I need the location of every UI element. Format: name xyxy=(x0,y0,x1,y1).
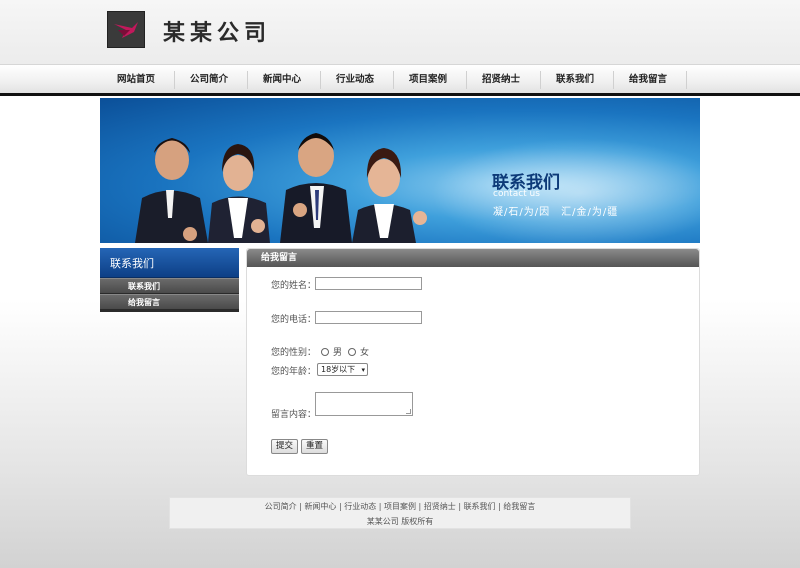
name-label: 您的姓名： xyxy=(271,281,317,291)
footer-copyright: 某某公司 版权所有 xyxy=(366,517,434,526)
sidebar-item-message[interactable]: 给我留言 xyxy=(100,294,239,310)
footer-link-industry[interactable]: 行业动态 xyxy=(344,502,376,511)
footer-link-about[interactable]: 公司简介 xyxy=(265,502,297,511)
sidebar-item-contact[interactable]: 联系我们 xyxy=(100,278,239,294)
footer-link-cases[interactable]: 项目案例 xyxy=(384,502,416,511)
footer-link-news[interactable]: 新闻中心 xyxy=(304,502,336,511)
phone-input[interactable] xyxy=(315,311,422,324)
banner-slogan: 凝/石/为/因 汇/金/为/疆 xyxy=(493,207,619,218)
banner-glow xyxy=(430,138,700,243)
radio-circle-icon[interactable] xyxy=(321,348,329,356)
submit-button[interactable]: 提交 xyxy=(271,439,299,454)
nav-item-news[interactable]: 新闻中心 xyxy=(245,65,319,93)
banner: 联系我们 contact us 凝/石/为/因 汇/金/为/疆 xyxy=(100,98,700,243)
nav-item-home[interactable]: 网站首页 xyxy=(99,65,173,93)
message-textarea[interactable] xyxy=(315,392,413,416)
sidebar: 联系我们 联系我们 给我留言 xyxy=(100,248,239,312)
panel-title: 给我留言 xyxy=(247,249,699,267)
footer: 公司简介 | 新闻中心 | 行业动态 | 项目案例 | 招贤纳士 | 联系我们 … xyxy=(169,497,631,529)
gender-label: 您的性别： xyxy=(271,348,317,358)
nav-separator xyxy=(686,71,687,89)
footer-links: 公司简介 | 新闻中心 | 行业动态 | 项目案例 | 招贤纳士 | 联系我们 … xyxy=(264,502,536,511)
company-name: 某某公司 xyxy=(163,21,272,46)
header: 某某公司 xyxy=(0,0,800,64)
phone-label: 您的电话： xyxy=(271,315,317,325)
gender-option-female: 女 xyxy=(360,348,370,358)
sidebar-title: 联系我们 xyxy=(100,248,239,278)
nav-item-industry[interactable]: 行业动态 xyxy=(318,65,392,93)
age-select-value: 18岁以下 xyxy=(321,365,356,374)
logo-icon[interactable] xyxy=(107,11,145,48)
footer-link-message[interactable]: 给我留言 xyxy=(503,502,535,511)
message-label: 留言内容： xyxy=(271,410,317,420)
gender-radio-male[interactable]: 男 xyxy=(321,345,342,358)
name-input[interactable] xyxy=(315,277,422,290)
age-label: 您的年龄： xyxy=(271,367,317,377)
footer-link-jobs[interactable]: 招贤纳士 xyxy=(424,502,456,511)
nav-item-cases[interactable]: 项目案例 xyxy=(391,65,465,93)
nav-item-contact[interactable]: 联系我们 xyxy=(538,65,612,93)
age-select[interactable]: 18岁以下 ▾ xyxy=(317,363,368,376)
gender-option-male: 男 xyxy=(333,348,343,358)
banner-subtitle: contact us xyxy=(493,189,540,199)
footer-link-contact[interactable]: 联系我们 xyxy=(464,502,496,511)
nav-item-message[interactable]: 给我留言 xyxy=(611,65,685,93)
nav-item-jobs[interactable]: 招贤纳士 xyxy=(464,65,538,93)
gender-radio-female[interactable]: 女 xyxy=(348,345,369,358)
message-panel: 给我留言 您的姓名： 您的电话： 您的性别： 男 女 您的年龄： 18岁以下 ▾… xyxy=(246,248,700,476)
radio-circle-icon[interactable] xyxy=(348,348,356,356)
main-nav: 网站首页 公司简介 新闻中心 行业动态 项目案例 招贤纳士 联系我们 给我留言 xyxy=(0,64,800,96)
chevron-down-icon: ▾ xyxy=(361,366,365,374)
banner-people-image xyxy=(135,133,427,243)
nav-item-about[interactable]: 公司简介 xyxy=(172,65,246,93)
resize-grip-icon[interactable] xyxy=(406,409,411,414)
reset-button[interactable]: 重置 xyxy=(301,439,329,454)
